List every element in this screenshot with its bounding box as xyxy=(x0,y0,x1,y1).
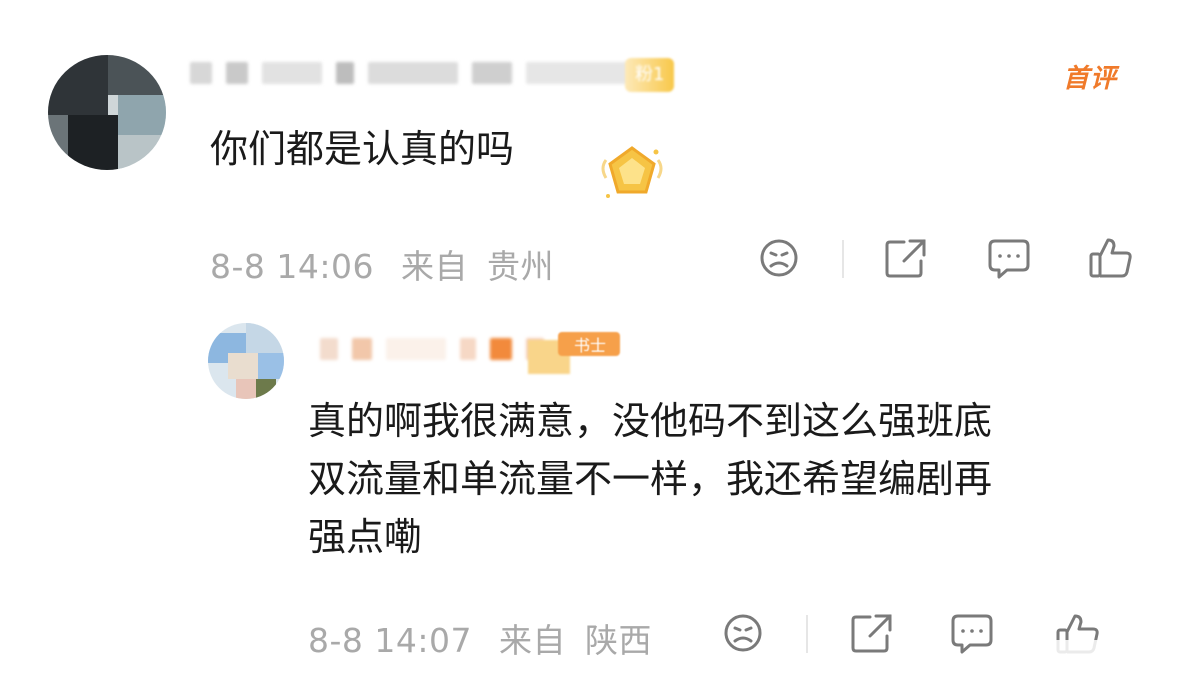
divider xyxy=(842,240,844,278)
comment-text: 真的啊我很满意，没他码不到这么强班底 双流量和单流量不一样，我还希望编剧再 强点… xyxy=(308,392,1138,566)
avatar[interactable] xyxy=(208,323,284,399)
comment-icon[interactable] xyxy=(987,237,1031,281)
fan-badge: 粉1 xyxy=(625,58,675,92)
location: 陕西 xyxy=(585,621,652,660)
from-label: 来自 xyxy=(401,247,468,286)
divider xyxy=(806,615,808,653)
username-blurred[interactable] xyxy=(190,62,636,84)
dislike-face-icon[interactable] xyxy=(758,237,800,279)
username-blurred[interactable] xyxy=(320,338,544,360)
from-label: 来自 xyxy=(499,621,566,660)
comment-line: 双流量和单流量不一样，我还希望编剧再 xyxy=(308,457,993,501)
comment-line: 真的啊我很满意，没他码不到这么强班底 xyxy=(308,399,993,443)
like-icon[interactable] xyxy=(1088,234,1134,280)
comment-line: 强点嘞 xyxy=(308,515,423,559)
first-comment-tag: 首评 xyxy=(1063,64,1118,94)
avatar[interactable] xyxy=(48,55,166,170)
share-icon[interactable] xyxy=(850,612,894,654)
comment-meta: 8-8 14:07 来自 陕西 xyxy=(308,614,652,662)
location: 贵州 xyxy=(487,247,554,286)
comment-meta: 8-8 14:06 来自 贵州 xyxy=(210,240,554,288)
level-badge: 书士 xyxy=(528,328,620,374)
timestamp: 8-8 14:06 xyxy=(210,247,374,286)
share-icon[interactable] xyxy=(884,237,928,279)
timestamp: 8-8 14:07 xyxy=(308,621,472,660)
comment-text: 你们都是认真的吗 xyxy=(210,127,515,171)
comment-icon[interactable] xyxy=(950,612,994,656)
watermark-bar xyxy=(1040,640,1179,677)
dislike-face-icon[interactable] xyxy=(722,612,764,654)
medal-icon xyxy=(596,138,668,210)
